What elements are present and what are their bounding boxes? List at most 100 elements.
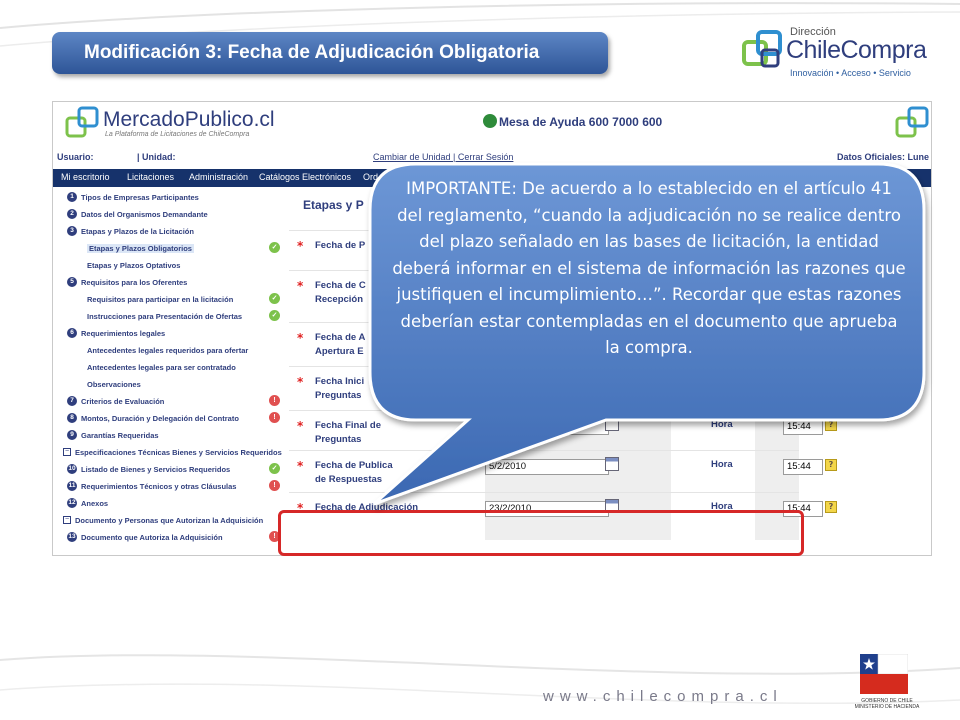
sidebar-item[interactable]: − Especificaciones Técnicas Bienes y Serv…: [57, 446, 287, 460]
sidebar-item[interactable]: Requisitos para participar en la licitac…: [57, 293, 287, 307]
error-status-icon: !: [269, 412, 280, 423]
sidebar-item[interactable]: Etapas y Plazos Obligatorios ✓: [57, 242, 287, 256]
error-status-icon: !: [269, 480, 280, 491]
help-desk: Mesa de Ayuda 600 7000 600: [483, 114, 662, 129]
check-status-icon: ✓: [269, 310, 280, 321]
sidebar-item[interactable]: Etapas y Plazos Optativos: [57, 259, 287, 273]
date-row-label: Fecha de Publica de Respuestas: [315, 460, 393, 485]
help-icon[interactable]: ?: [825, 459, 837, 471]
hora-label: Hora: [711, 419, 733, 430]
check-status-icon: ✓: [269, 463, 280, 474]
logo-brand: ChileCompra: [786, 36, 927, 64]
sidebar-item-label: Garantías Requeridas: [81, 431, 159, 440]
sidebar-item[interactable]: 10 Listado de Bienes y Servicios Requerid…: [57, 463, 287, 477]
sidebar-item[interactable]: 13 Documento que Autoriza la Adquisición!: [57, 531, 287, 545]
content-title: Etapas y P: [303, 198, 364, 212]
sidebar-item[interactable]: 7 Criterios de Evaluación!: [57, 395, 287, 409]
mercadopublico-logo-icon: [65, 106, 99, 138]
gobierno-logo: GOBIERNO DE CHILE MINISTERIO DE HACIENDA: [852, 654, 922, 716]
step-number-badge: 11: [67, 481, 77, 491]
check-status-icon: ✓: [269, 242, 280, 253]
wizard-sidebar: 1 Tipos de Empresas Participantes 2 Datos d…: [57, 188, 287, 553]
calendar-icon[interactable]: [605, 417, 619, 431]
sidebar-item-label: Requisitos para participar en la licitac…: [87, 295, 234, 304]
step-number-badge: 3: [67, 226, 77, 236]
unit-label: | Unidad:: [137, 152, 176, 162]
help-icon[interactable]: ?: [825, 419, 837, 431]
session-links[interactable]: Cambiar de Unidad | Cerrar Sesión: [373, 152, 513, 162]
required-asterisk: *: [297, 279, 304, 293]
collapse-icon[interactable]: −: [63, 448, 71, 456]
sidebar-item[interactable]: 9 Garantías Requeridas: [57, 429, 287, 443]
step-number-badge: 5: [67, 277, 77, 287]
sidebar-item-label: Datos del Organismos Demandante: [81, 210, 208, 219]
sidebar-item[interactable]: 6 Requerimientos legales: [57, 327, 287, 341]
step-number-badge: 12: [67, 498, 77, 508]
sidebar-item-label: Requerimientos Técnicos y otras Cláusula…: [81, 482, 237, 491]
sidebar-item-label: Antecedentes legales para ser contratado: [87, 363, 236, 372]
step-number-badge: 10: [67, 464, 77, 474]
mp-logo-name[interactable]: MercadoPublico.cl: [103, 108, 275, 132]
collapse-icon[interactable]: −: [63, 516, 71, 524]
nav-mi-escritorio[interactable]: Mi escritorio: [61, 172, 110, 182]
time-input[interactable]: 15:44: [783, 459, 823, 475]
required-asterisk: *: [297, 459, 304, 473]
required-asterisk: *: [297, 239, 304, 253]
required-asterisk: *: [297, 375, 304, 389]
step-number-badge: 1: [67, 192, 77, 202]
sidebar-item-label: Etapas y Plazos Optativos: [87, 261, 181, 270]
sidebar-item-label: Instrucciones para Presentación de Ofert…: [87, 312, 243, 321]
slide-title: Modificación 3: Fecha de Adjudicación Ob…: [52, 32, 608, 74]
sidebar-item-label: Criterios de Evaluación: [81, 397, 165, 406]
sidebar-item[interactable]: 5 Requisitos para los Oferentes: [57, 276, 287, 290]
date-input[interactable]: [485, 419, 609, 435]
sidebar-item[interactable]: Observaciones: [57, 378, 287, 392]
nav-licitaciones[interactable]: Licitaciones: [127, 172, 174, 182]
gobierno-chile-emblem-icon: [860, 654, 908, 694]
time-input[interactable]: 15:44: [783, 419, 823, 435]
date-input[interactable]: 5/2/2010: [485, 459, 609, 475]
sidebar-item-label: Antecedentes legales requeridos para ofe…: [87, 346, 249, 355]
nav-ordenes[interactable]: Ord: [363, 172, 378, 182]
footer-url[interactable]: www.chilecompra.cl: [543, 688, 783, 705]
calendar-icon[interactable]: [605, 457, 619, 471]
phone-icon: [483, 114, 497, 128]
sidebar-item[interactable]: 2 Datos del Organismos Demandante: [57, 208, 287, 222]
sidebar-item[interactable]: 11 Requerimientos Técnicos y otras Cláusu…: [57, 480, 287, 494]
step-number-badge: 9: [67, 430, 77, 440]
user-bar: Usuario: | Unidad: Cambiar de Unidad | C…: [53, 150, 931, 166]
sidebar-item[interactable]: 8 Montos, Duración y Delegación del Contr…: [57, 412, 287, 426]
nav-administracion[interactable]: Administración: [189, 172, 248, 182]
sidebar-item[interactable]: Antecedentes legales para ser contratado: [57, 361, 287, 375]
mp-logo-subtitle: La Plataforma de Licitaciones de ChileCo…: [105, 131, 250, 138]
help-icon[interactable]: ?: [825, 501, 837, 513]
gobierno-line2: MINISTERIO DE HACIENDA: [854, 704, 920, 710]
step-number-badge: 2: [67, 209, 77, 219]
callout-text: IMPORTANTE: De acuerdo a lo establecido …: [392, 179, 906, 357]
sidebar-item[interactable]: 1 Tipos de Empresas Participantes: [57, 191, 287, 205]
sidebar-item-label: Documento y Personas que Autorizan la Ad…: [75, 516, 264, 525]
step-number-badge: 8: [67, 413, 77, 423]
chilecompra-logo-icon: [742, 30, 782, 68]
gobierno-text: GOBIERNO DE CHILE MINISTERIO DE HACIENDA: [852, 698, 922, 710]
help-desk-text: Mesa de Ayuda 600 7000 600: [499, 115, 663, 129]
step-number-badge: 7: [67, 396, 77, 406]
error-status-icon: !: [269, 395, 280, 406]
sidebar-item[interactable]: − Documento y Personas que Autorizan la A…: [57, 514, 287, 528]
sidebar-item-label: Listado de Bienes y Servicios Requeridos: [81, 465, 231, 474]
sidebar-item[interactable]: Instrucciones para Presentación de Ofert…: [57, 310, 287, 324]
sidebar-item[interactable]: Antecedentes legales requeridos para ofe…: [57, 344, 287, 358]
user-label: Usuario:: [57, 152, 94, 162]
sidebar-item-label: Observaciones: [87, 380, 141, 389]
sidebar-item[interactable]: 3 Etapas y Plazos de la Licitación: [57, 225, 287, 239]
nav-catalogos[interactable]: Catálogos Electrónicos: [259, 172, 351, 182]
check-status-icon: ✓: [269, 293, 280, 304]
sidebar-item[interactable]: 12 Anexos: [57, 497, 287, 511]
date-row: * Fecha Final de Preguntas Hora 15:44?: [289, 410, 837, 450]
chilecompra-logo: Dirección ChileCompra Innovación • Acces…: [738, 24, 938, 82]
step-number-badge: 13: [67, 532, 77, 542]
mercadopublico-logo-icon-right: [895, 106, 929, 138]
official-data: Datos Oficiales: Lune: [837, 152, 930, 162]
date-row: * Fecha de Publica de Respuestas 5/2/2010 H…: [289, 450, 837, 492]
sidebar-item-label: Etapas y Plazos Obligatorios: [87, 244, 194, 253]
